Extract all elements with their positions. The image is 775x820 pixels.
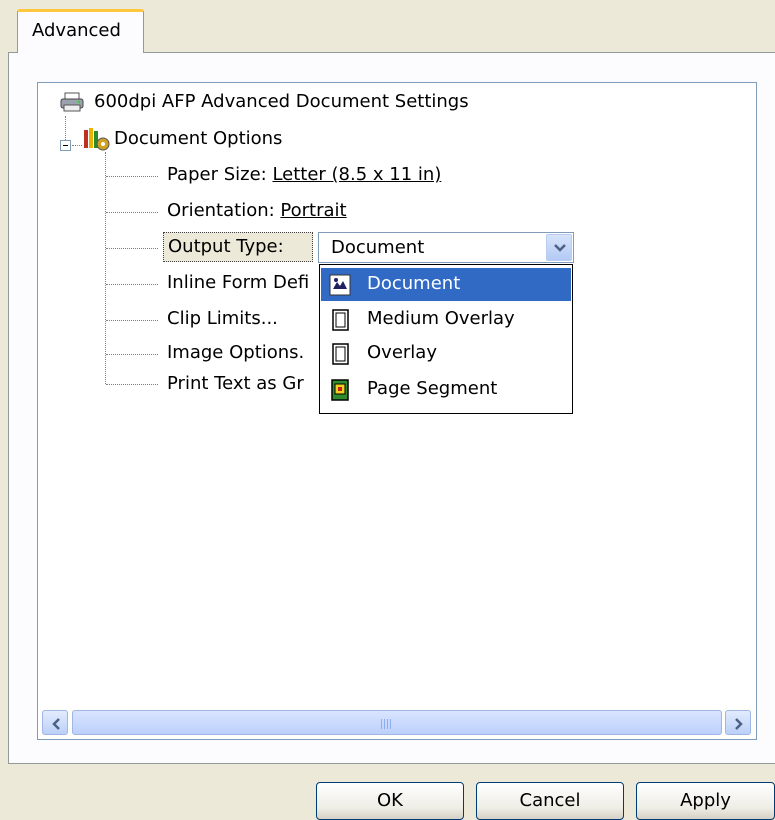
image-options-label: Image Options. <box>167 342 305 363</box>
tree-item-print-text-as-graphics[interactable]: Print Text as Gr <box>167 373 304 395</box>
orientation-label: Orientation: <box>167 200 281 221</box>
option-label: Document <box>367 273 461 294</box>
ok-button[interactable]: OK <box>316 782 464 820</box>
tree-connector <box>106 384 158 385</box>
orientation-value[interactable]: Portrait <box>280 200 346 221</box>
scroll-right-button[interactable] <box>725 710 751 735</box>
inline-form-label: Inline Form Defi <box>167 272 310 293</box>
tree-item-orientation[interactable]: Orientation: Portrait <box>167 200 347 222</box>
cancel-button[interactable]: Cancel <box>476 782 624 820</box>
grip-icon <box>381 719 393 729</box>
tree-item-paper-size[interactable]: Paper Size: Letter (8.5 x 11 in) <box>167 164 441 186</box>
overlay-page-icon <box>329 343 351 365</box>
option-label: Medium Overlay <box>367 308 515 329</box>
paper-size-value[interactable]: Letter (8.5 x 11 in) <box>272 164 441 185</box>
apply-button[interactable]: Apply <box>636 782 775 820</box>
scroll-thumb[interactable] <box>72 710 722 735</box>
option-page-segment[interactable]: Page Segment <box>321 373 571 406</box>
tree-connector <box>106 284 158 285</box>
tree-group-label: Document Options <box>114 128 283 149</box>
tree-connector <box>106 320 158 321</box>
tree-connector <box>72 145 82 146</box>
horizontal-scrollbar[interactable] <box>40 708 755 736</box>
output-type-label: Output Type: <box>168 236 284 257</box>
output-type-value: Document <box>331 237 425 258</box>
tree-connector <box>105 152 106 384</box>
output-type-dropdown-list: Document Medium Overlay Overlay Page Seg… <box>319 264 573 414</box>
tree-connector <box>106 212 158 213</box>
option-overlay[interactable]: Overlay <box>321 337 571 370</box>
tab-advanced-label: Advanced <box>32 20 121 41</box>
chevron-down-icon <box>554 244 566 252</box>
chevron-right-icon <box>735 718 743 730</box>
option-medium-overlay[interactable]: Medium Overlay <box>321 303 571 336</box>
tree-connector <box>106 248 158 249</box>
tree-root-label: 600dpi AFP Advanced Document Settings <box>94 91 469 112</box>
apply-label: Apply <box>680 790 731 811</box>
document-options-icon <box>82 128 110 152</box>
ok-label: OK <box>377 790 403 811</box>
printer-icon <box>60 92 84 112</box>
tree-item-inline-form-def[interactable]: Inline Form Defi <box>167 272 309 294</box>
option-label: Page Segment <box>367 378 498 399</box>
tree-item-clip-limits[interactable]: Clip Limits... <box>167 308 278 330</box>
clip-limits-label: Clip Limits... <box>167 308 278 329</box>
output-type-select[interactable]: Document <box>318 232 574 263</box>
option-document[interactable]: Document <box>321 268 571 301</box>
tree-group-document-options[interactable]: Document Options <box>114 128 282 150</box>
cancel-label: Cancel <box>519 790 581 811</box>
overlay-page-icon <box>329 309 351 331</box>
tree-connector <box>106 354 158 355</box>
paper-size-label: Paper Size: <box>167 164 273 185</box>
option-label: Overlay <box>367 342 437 363</box>
document-icon <box>329 274 351 296</box>
page-segment-icon <box>329 379 351 401</box>
collapse-toggle-icon[interactable] <box>60 140 71 151</box>
print-text-label: Print Text as Gr <box>167 373 304 394</box>
tree-connector <box>106 176 158 177</box>
scroll-left-button[interactable] <box>42 710 68 735</box>
dropdown-button[interactable] <box>546 234 572 261</box>
tab-advanced[interactable]: Advanced <box>17 9 144 53</box>
tree-item-output-type[interactable]: Output Type: <box>163 232 313 262</box>
tree-item-image-options[interactable]: Image Options. <box>167 342 304 364</box>
tree-root-item[interactable]: 600dpi AFP Advanced Document Settings <box>94 91 469 113</box>
chevron-left-icon <box>52 718 60 730</box>
